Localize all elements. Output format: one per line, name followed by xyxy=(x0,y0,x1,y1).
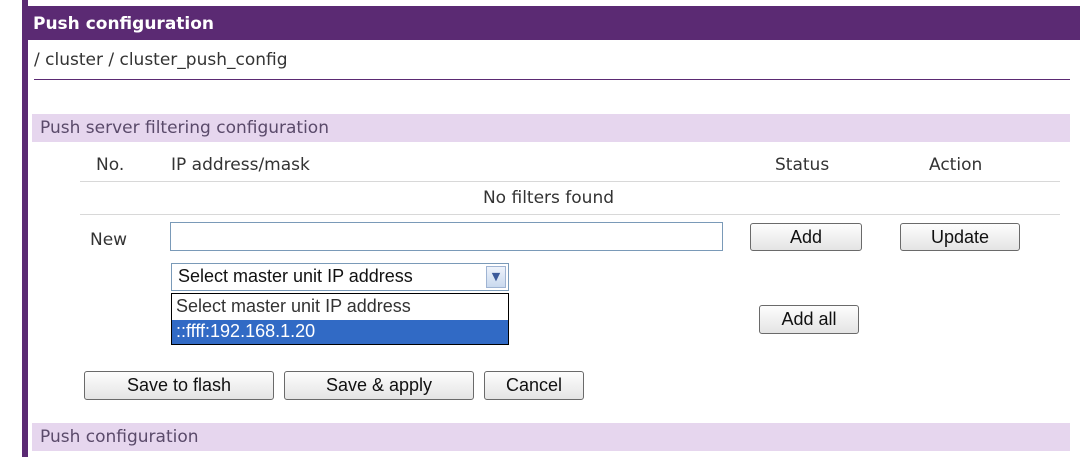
breadcrumb: / cluster / cluster_push_config xyxy=(34,50,288,70)
column-no: No. xyxy=(96,155,125,175)
title-bar: Push configuration xyxy=(22,6,1080,40)
select-value: Select master unit IP address xyxy=(178,266,413,286)
option-label: ::ffff:192.168.1.20 xyxy=(176,321,316,341)
filter-section-title: Push server filtering configuration xyxy=(40,118,329,138)
dropdown-option[interactable]: Select master unit IP address xyxy=(172,295,508,319)
option-label: Select master unit IP address xyxy=(176,296,411,316)
master-ip-select[interactable]: Select master unit IP address ▼ xyxy=(171,263,509,291)
add-button[interactable]: Add xyxy=(750,223,862,251)
push-config-section-title: Push configuration xyxy=(40,427,199,447)
save-apply-button[interactable]: Save & apply xyxy=(284,371,474,400)
chevron-down-icon[interactable]: ▼ xyxy=(486,266,506,288)
column-ip: IP address/mask xyxy=(171,155,310,175)
push-config-section-header: Push configuration xyxy=(32,423,1070,451)
page-title: Push configuration xyxy=(33,14,215,34)
empty-message: No filters found xyxy=(482,188,615,208)
column-action: Action xyxy=(929,155,983,175)
dropdown-option-selected[interactable]: ::ffff:192.168.1.20 xyxy=(172,320,508,344)
new-row-label: New xyxy=(90,230,128,250)
update-button[interactable]: Update xyxy=(900,223,1020,251)
divider xyxy=(80,181,1060,182)
divider xyxy=(34,79,1070,80)
save-to-flash-button[interactable]: Save to flash xyxy=(84,371,274,400)
cancel-button[interactable]: Cancel xyxy=(484,371,584,400)
filter-section-header: Push server filtering configuration xyxy=(32,114,1070,142)
master-ip-dropdown: Select master unit IP address ::ffff:192… xyxy=(171,293,509,345)
add-all-button[interactable]: Add all xyxy=(759,305,859,334)
ip-address-input[interactable] xyxy=(170,222,723,251)
divider xyxy=(80,214,1060,215)
column-status: Status xyxy=(775,155,830,175)
left-border xyxy=(22,0,28,457)
